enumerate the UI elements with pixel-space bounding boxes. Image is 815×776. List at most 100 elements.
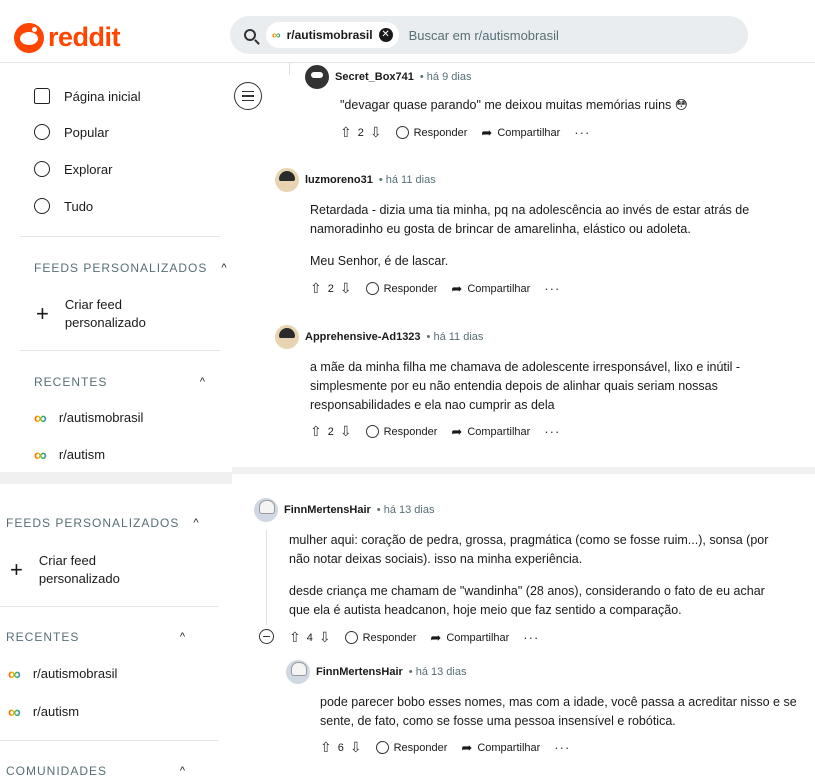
comment-body: "devagar quase parando" me deixou muitas… xyxy=(340,98,688,112)
logo-text: reddit xyxy=(48,22,121,52)
upvote-icon[interactable]: ⇧ xyxy=(310,280,322,297)
vote-control: ⇧ 2 ⇩ xyxy=(340,124,382,141)
communities-section-header[interactable]: COMUNIDADES ^ xyxy=(6,764,186,776)
comment-header: FinnMertensHair • há 13 dias xyxy=(286,660,466,684)
menu-bar xyxy=(242,95,254,97)
comment-actions: ⇧ 4 ⇩ Responder ➦ Compartilhar ··· xyxy=(289,629,539,646)
share-button[interactable]: ➦ Compartilhar xyxy=(451,424,530,440)
comment-username[interactable]: FinnMertensHair xyxy=(284,504,371,516)
share-button[interactable]: ➦ Compartilhar xyxy=(430,630,509,646)
reddit-snoo-icon xyxy=(14,22,44,53)
chevron-up-icon: ^ xyxy=(199,376,206,388)
thread-line xyxy=(289,63,290,75)
menu-toggle-button[interactable] xyxy=(234,82,262,110)
recent-section-header[interactable]: RECENTES ^ xyxy=(6,630,186,644)
downvote-icon[interactable]: ⇩ xyxy=(370,124,382,141)
comment-bubble-icon xyxy=(375,741,389,754)
plus-icon: + xyxy=(10,557,23,582)
share-label: Compartilhar xyxy=(467,425,531,438)
more-options-icon[interactable]: ··· xyxy=(523,630,539,645)
upvote-icon[interactable]: ⇧ xyxy=(340,124,352,141)
reply-button[interactable]: Responder xyxy=(375,741,448,754)
popular-icon xyxy=(34,124,50,140)
upvote-icon[interactable]: ⇧ xyxy=(289,629,301,646)
share-button[interactable]: ➦ Compartilhar xyxy=(451,281,530,297)
comment-actions: ⇧ 6 ⇩ Responder ➦ Compartilhar ··· xyxy=(320,739,570,756)
reddit-logo[interactable]: reddit xyxy=(14,22,121,53)
share-icon: ➦ xyxy=(461,739,473,755)
avatar[interactable] xyxy=(286,660,310,684)
more-options-icon[interactable]: ··· xyxy=(574,125,590,140)
nav-explore[interactable]: Explorar xyxy=(34,161,112,177)
recent-section-title: RECENTES xyxy=(6,630,80,644)
upvote-icon[interactable]: ⇧ xyxy=(320,739,332,756)
share-button[interactable]: ➦ Compartilhar xyxy=(481,125,560,141)
upvote-icon[interactable]: ⇧ xyxy=(310,423,322,440)
vote-count: 2 xyxy=(327,282,334,295)
community-icon: ∞ xyxy=(8,663,21,684)
reply-button[interactable]: Responder xyxy=(395,126,467,139)
recent-community-label: r/autismobrasil xyxy=(58,410,144,425)
comment-time: • há 13 dias xyxy=(408,666,467,678)
comment-body: mulher aqui: coração de pedra, grossa, p… xyxy=(289,533,769,566)
avatar[interactable] xyxy=(275,325,299,349)
nav-all[interactable]: Tudo xyxy=(34,198,93,214)
comment-actions: ⇧ 2 ⇩ Responder ➦ Compartilhar ··· xyxy=(310,280,560,297)
recent-section-header[interactable]: RECENTES ^ xyxy=(34,375,206,389)
header-divider xyxy=(0,62,815,63)
downvote-icon[interactable]: ⇩ xyxy=(340,280,352,297)
chevron-up-icon: ^ xyxy=(221,262,228,274)
community-icon: ∞ xyxy=(34,444,47,465)
more-options-icon[interactable]: ··· xyxy=(554,740,570,755)
search-bar[interactable]: ∞ r/autismobrasil ✕ Buscar em r/autismob… xyxy=(230,16,748,54)
feeds-section-header[interactable]: FEEDS PERSONALIZADOS ^ xyxy=(34,261,228,275)
reply-button[interactable]: Responder xyxy=(344,631,416,644)
more-options-icon[interactable]: ··· xyxy=(544,281,560,296)
comment-body-paragraph: Meu Senhor, é de lascar. xyxy=(310,254,449,268)
reply-label: Responder xyxy=(393,741,448,754)
recent-community-autismobrasil[interactable]: ∞ r/autismobrasil xyxy=(8,663,117,684)
thread-line xyxy=(266,530,267,625)
comment-username[interactable]: Apprehensive-Ad1323 xyxy=(305,331,421,343)
share-icon: ➦ xyxy=(481,124,493,140)
avatar[interactable] xyxy=(254,498,278,522)
recent-community-autism[interactable]: ∞ r/autism xyxy=(34,444,105,465)
nav-popular-label: Popular xyxy=(64,124,109,140)
collapse-thread-button[interactable] xyxy=(259,629,274,644)
avatar[interactable] xyxy=(305,65,329,89)
downvote-icon[interactable]: ⇩ xyxy=(350,739,362,756)
nav-home[interactable]: Página inicial xyxy=(34,88,141,104)
create-feed-button[interactable]: + Criar feed personalizado xyxy=(10,552,120,588)
comment-body: pode parecer bobo esses nomes, mas com a… xyxy=(320,695,797,728)
comment-username[interactable]: FinnMertensHair xyxy=(316,666,403,678)
search-placeholder[interactable]: Buscar em r/autismobrasil xyxy=(409,28,559,43)
reply-button[interactable]: Responder xyxy=(365,282,437,295)
nav-popular[interactable]: Popular xyxy=(34,124,109,140)
feeds-section-title: FEEDS PERSONALIZADOS xyxy=(6,516,180,530)
community-icon: ∞ xyxy=(34,407,47,428)
minus-icon xyxy=(263,635,270,638)
create-feed-button[interactable]: + Criar feed personalizado xyxy=(36,296,146,332)
share-icon: ➦ xyxy=(430,629,442,645)
nav-home-label: Página inicial xyxy=(64,88,141,104)
subreddit-chip[interactable]: ∞ r/autismobrasil ✕ xyxy=(266,22,399,48)
more-options-icon[interactable]: ··· xyxy=(544,424,560,439)
downvote-icon[interactable]: ⇩ xyxy=(340,423,352,440)
chip-close-icon[interactable]: ✕ xyxy=(378,28,393,42)
downvote-icon[interactable]: ⇩ xyxy=(319,629,331,646)
vote-control: ⇧ 6 ⇩ xyxy=(320,739,362,756)
share-label: Compartilhar xyxy=(477,741,541,754)
recent-community-autismobrasil[interactable]: ∞ r/autismobrasil xyxy=(34,407,144,428)
recent-community-autism[interactable]: ∞ r/autism xyxy=(8,703,79,721)
vote-control: ⇧ 2 ⇩ xyxy=(310,280,352,297)
avatar[interactable] xyxy=(275,168,299,192)
feeds-section-header[interactable]: FEEDS PERSONALIZADOS ^ xyxy=(6,516,200,530)
reply-button[interactable]: Responder xyxy=(365,425,437,438)
comment-time: • há 13 dias xyxy=(376,504,435,516)
recent-section-title: RECENTES xyxy=(34,375,108,389)
vote-count: 2 xyxy=(327,425,334,438)
comment-username[interactable]: luzmoreno31 xyxy=(305,174,373,186)
comment-username[interactable]: Secret_Box741 xyxy=(335,71,414,83)
comment-actions: ⇧ 2 ⇩ Responder ➦ Compartilhar ··· xyxy=(310,423,560,440)
share-button[interactable]: ➦ Compartilhar xyxy=(461,740,540,756)
